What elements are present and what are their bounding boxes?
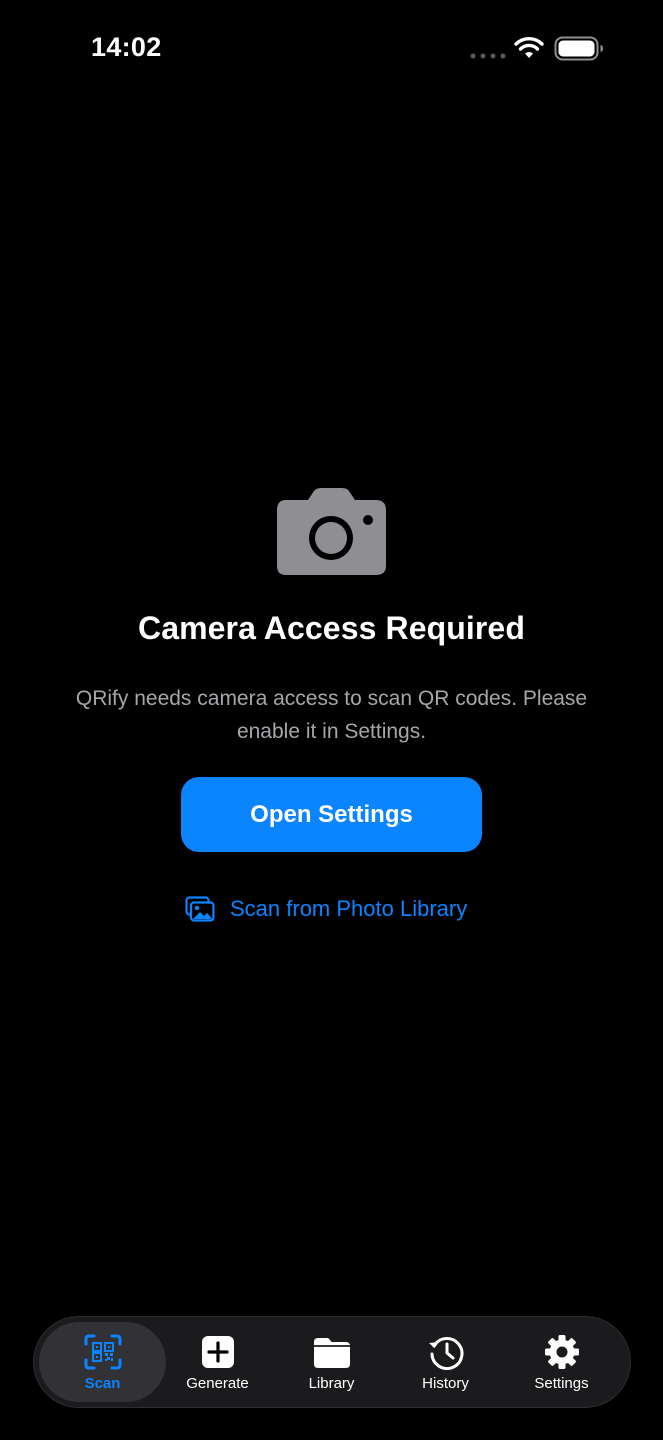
tab-library[interactable]: Library bbox=[274, 1317, 389, 1409]
plus-square-icon bbox=[201, 1336, 234, 1368]
tab-settings-label: Settings bbox=[534, 1375, 589, 1392]
scan-from-photo-library-link[interactable]: Scan from Photo Library bbox=[185, 892, 467, 926]
battery-icon bbox=[554, 36, 603, 61]
open-settings-button[interactable]: Open Settings bbox=[181, 777, 482, 852]
screen: 14:02 Camera Access Required QRify needs… bbox=[0, 0, 663, 1440]
gear-icon bbox=[544, 1335, 579, 1369]
permission-message: QRify needs camera access to scan QR cod… bbox=[75, 687, 588, 743]
qr-scan-icon bbox=[84, 1334, 121, 1370]
tab-history-label: History bbox=[422, 1375, 469, 1392]
photo-stack-icon bbox=[185, 896, 215, 922]
tab-scan-label: Scan bbox=[84, 1375, 121, 1392]
tab-generate-label: Generate bbox=[186, 1375, 249, 1392]
tab-bar: Scan Generate Library History Settings bbox=[33, 1316, 631, 1408]
tab-scan[interactable]: Scan bbox=[45, 1317, 160, 1409]
cellular-signal-icon bbox=[470, 53, 506, 59]
permission-title: Camera Access Required bbox=[138, 610, 525, 646]
wifi-icon bbox=[514, 37, 544, 58]
camera-icon bbox=[277, 488, 386, 575]
tab-history[interactable]: History bbox=[388, 1317, 503, 1409]
status-time: 14:02 bbox=[91, 32, 162, 62]
tab-generate[interactable]: Generate bbox=[160, 1317, 275, 1409]
tab-settings[interactable]: Settings bbox=[504, 1317, 619, 1409]
folder-icon bbox=[313, 1338, 350, 1368]
tab-library-label: Library bbox=[308, 1375, 355, 1392]
status-bar: 14:02 bbox=[0, 0, 663, 100]
scan-from-photo-library-label: Scan from Photo Library bbox=[230, 896, 468, 921]
history-clock-icon bbox=[428, 1337, 463, 1370]
